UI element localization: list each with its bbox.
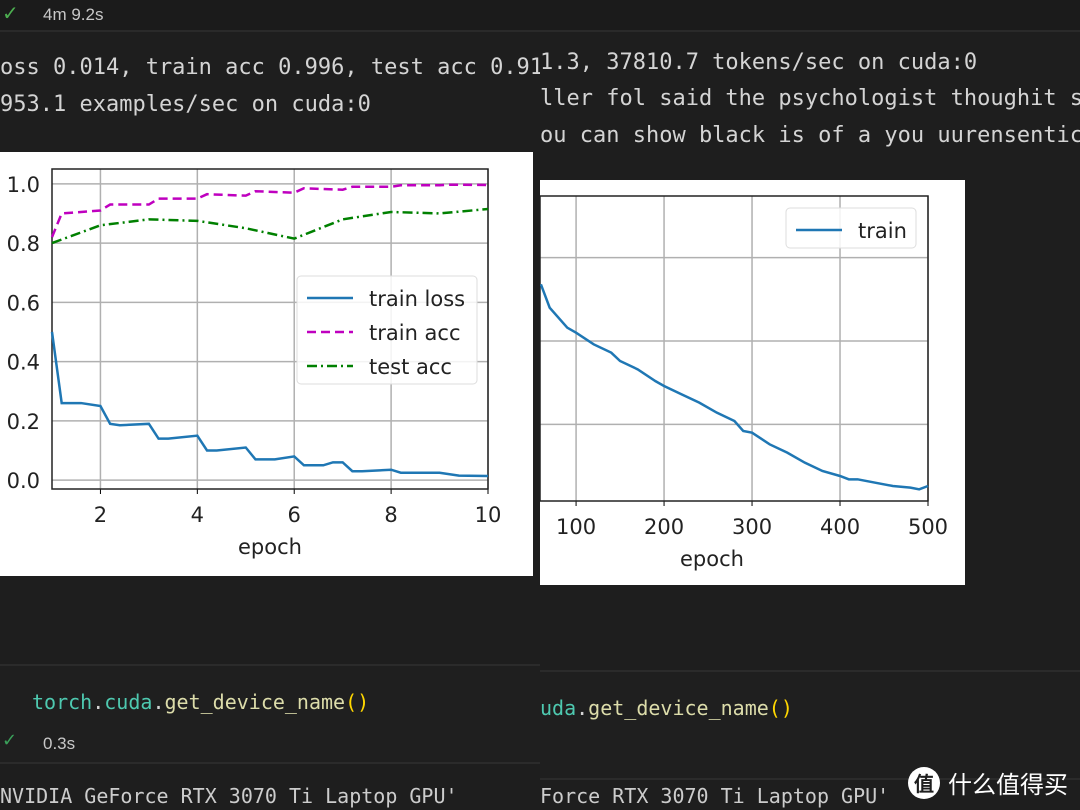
x-tick-label: 4 [191, 503, 204, 527]
series-line-test-acc [51, 207, 489, 245]
y-tick-label: 0.2 [7, 410, 40, 434]
output-line: ller fol said the psychologist thoughit … [540, 86, 1080, 111]
x-tick-label: 2 [94, 503, 107, 527]
y-tick-label: 1.0 [7, 173, 40, 197]
x-tick-label: 200 [644, 515, 684, 539]
watermark-text: 什么值得买 [948, 771, 1068, 799]
training-chart: 2 4 6 8 10 0.0 0.2 0.4 0.6 0.8 1.0 epoch train loss t… [0, 152, 533, 576]
cell-status-bar: ✓ 4m 9.2s [0, 0, 540, 32]
x-axis-label: epoch [238, 535, 302, 559]
watermark-logo: 值 [908, 766, 940, 799]
training-chart-svg: 2 4 6 8 10 0.0 0.2 0.4 0.6 0.8 1.0 epoch train loss t… [7, 168, 502, 559]
legend-label: test acc [369, 355, 452, 379]
code-parens: () [345, 690, 370, 714]
x-tick-label: 8 [384, 503, 397, 527]
legend-label: train loss [369, 287, 465, 311]
perplexity-chart-svg: 100 200 300 400 500 epoch train [540, 195, 948, 571]
legend-label: train [858, 219, 907, 243]
execution-time: 0.3s [43, 734, 76, 753]
series-line-train [540, 283, 929, 491]
code-parens: () [768, 696, 793, 720]
right-notebook-panel: 1.3, 37810.7 tokens/sec on cuda:0 ller f… [540, 0, 1080, 810]
code-cell[interactable]: torch.cuda.get_device_name() ✓ 0.3s [0, 664, 540, 764]
output-line: oss 0.014, train acc 0.996, test acc 0.9… [0, 55, 540, 80]
code-function: get_device_name [164, 690, 346, 714]
code-line[interactable]: torch.cuda.get_device_name() [32, 690, 369, 714]
perplexity-chart: 100 200 300 400 500 epoch train [540, 180, 965, 585]
code-cell[interactable]: uda.get_device_name() [540, 670, 1080, 780]
y-tick-label: 0.6 [7, 291, 40, 315]
x-tick-label: 400 [820, 515, 860, 539]
x-tick-label: 100 [556, 515, 596, 539]
legend-label: train acc [369, 321, 461, 345]
series-line-train-acc [50, 183, 489, 238]
x-tick-label: 500 [908, 515, 948, 539]
x-axis-label: epoch [680, 547, 744, 571]
execution-time: 4m 9.2s [43, 5, 104, 24]
watermark: 值 什么值得买 [908, 765, 1068, 800]
cell-result: Force RTX 3070 Ti Laptop GPU' [540, 784, 890, 808]
y-tick-label: 0.8 [7, 232, 40, 256]
left-notebook-panel: ✓ 4m 9.2s oss 0.014, train acc 0.996, te… [0, 0, 540, 810]
output-line: 953.1 examples/sec on cuda:0 [0, 92, 371, 117]
code-function: get_device_name [588, 696, 769, 720]
x-tick-label: 6 [288, 503, 301, 527]
y-tick-label: 0.0 [7, 469, 40, 493]
code-attr: uda [540, 696, 577, 720]
x-tick-label: 300 [732, 515, 772, 539]
code-attr: cuda [104, 690, 153, 714]
cell-status-bar [540, 0, 1080, 32]
check-icon: ✓ [2, 730, 18, 751]
output-line: 1.3, 37810.7 tokens/sec on cuda:0 [540, 50, 978, 75]
code-line[interactable]: uda.get_device_name() [540, 696, 793, 720]
x-tick-label: 10 [475, 503, 502, 527]
check-icon: ✓ [2, 1, 19, 25]
cell-result: NVIDIA GeForce RTX 3070 Ti Laptop GPU' [0, 784, 458, 808]
code-module: torch [32, 690, 93, 714]
output-line: ou can show black is of a you uurensenti… [540, 123, 1080, 148]
y-tick-label: 0.4 [7, 351, 40, 375]
